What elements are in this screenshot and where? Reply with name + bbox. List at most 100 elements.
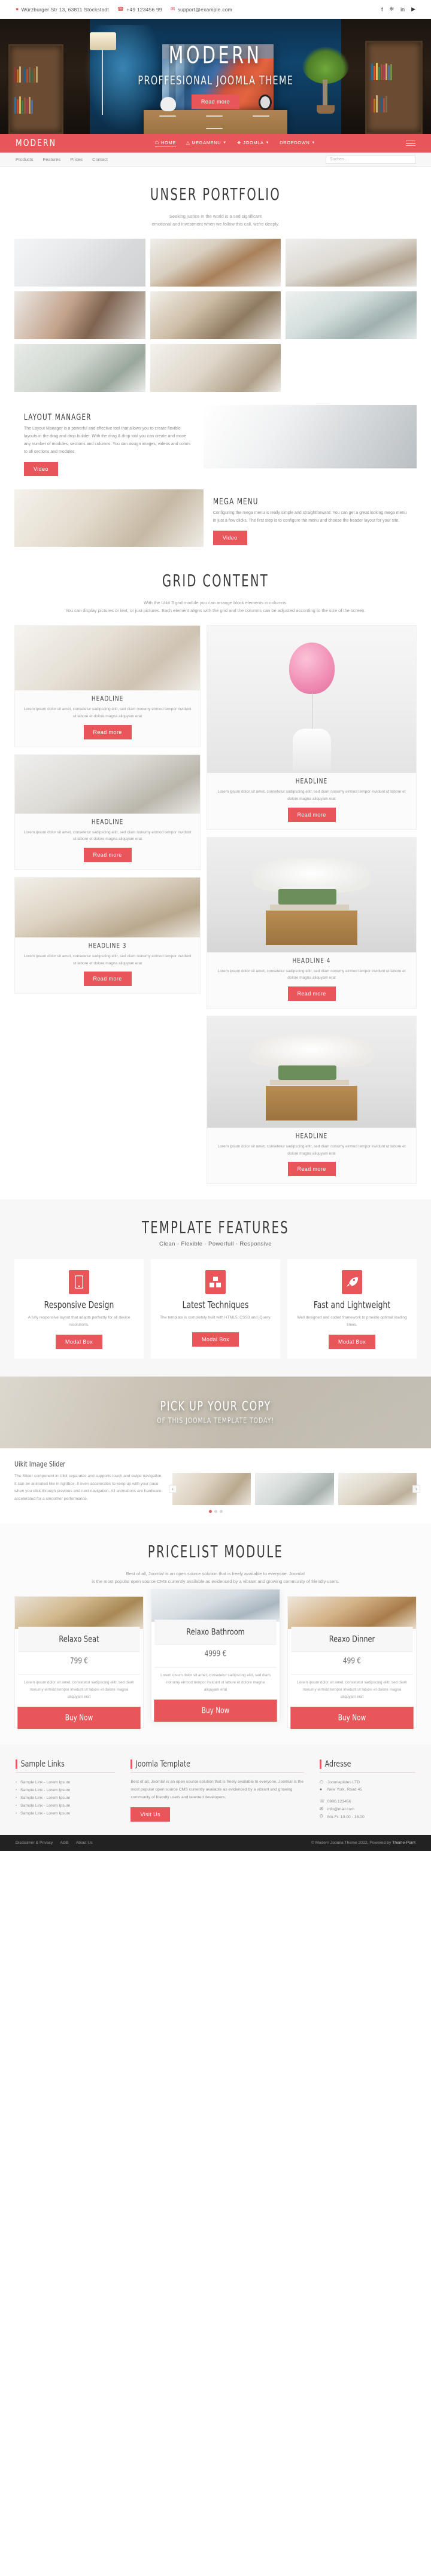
price-card-price: 499 € bbox=[291, 1648, 413, 1676]
home-icon: ☖ bbox=[154, 139, 160, 145]
slider-image[interactable] bbox=[255, 1472, 334, 1505]
slider-description: The Slider component in Uikit separates … bbox=[14, 1473, 163, 1501]
subnav-item-contact[interactable]: Contact bbox=[92, 157, 108, 162]
portfolio-subtitle: Seeking justice in the world is a sed si… bbox=[48, 212, 383, 228]
hamburger-menu-icon[interactable] bbox=[405, 140, 415, 147]
portfolio-item[interactable] bbox=[14, 239, 145, 287]
site-logo[interactable]: MODERN bbox=[16, 138, 56, 149]
footer-street: New York, Road 45 bbox=[327, 1788, 363, 1792]
portfolio-item[interactable] bbox=[286, 291, 417, 340]
phone-item[interactable]: ☎ +49 123456 99 bbox=[117, 7, 162, 13]
grid-card[interactable]: HEADLINE Lorem ipsum dolor sit amet, con… bbox=[207, 1015, 417, 1185]
portfolio-item[interactable] bbox=[286, 239, 417, 287]
footer-link-item[interactable]: Sample Link - Lorem Ipsum bbox=[16, 1794, 115, 1802]
grid-card[interactable]: HEADLINE Lorem ipsum dolor sit amet, con… bbox=[14, 625, 201, 747]
email-item[interactable]: ✉ support@example.com bbox=[171, 7, 232, 13]
grid-card-read-more-button[interactable]: Read more bbox=[287, 1162, 336, 1177]
grid-card[interactable]: HEADLINE Lorem ipsum dolor sit amet, con… bbox=[207, 625, 417, 830]
nav-item-megamenu[interactable]: △ MEGAMENU ▼ bbox=[186, 140, 227, 147]
feature-modal-box-button[interactable]: Modal Box bbox=[55, 1334, 103, 1349]
mega-menu-video-button[interactable]: Video bbox=[213, 530, 247, 545]
boxes-icon bbox=[205, 1270, 226, 1295]
copyright-links: Disclaimer & Privacy AGB About Us bbox=[16, 1841, 93, 1845]
price-card-reaxo-dinner: Reaxo Dinner 499 € Lorem ipsum dolor sit… bbox=[287, 1596, 417, 1729]
slider-prev-arrow-icon[interactable]: ‹ bbox=[169, 1485, 177, 1493]
layout-manager-row: LAYOUT MANAGER The Layout Manager is a p… bbox=[14, 405, 417, 485]
balloon-shape bbox=[289, 643, 335, 695]
grid-card[interactable]: HEADLINE 4 Lorem ipsum dolor sit amet, c… bbox=[207, 836, 417, 1009]
nav-item-joomla[interactable]: ❖ JOOMLA ▼ bbox=[237, 140, 269, 147]
feature-card-fast-lightweight: Fast and Lightweight Well designed and c… bbox=[287, 1259, 417, 1359]
nav-item-home[interactable]: ☖ HOME bbox=[154, 139, 176, 147]
map-pin-icon: ● bbox=[16, 6, 19, 12]
template-features-tagline: Clean - Flexible - Powerfull - Responsiv… bbox=[159, 1241, 272, 1248]
feature-modal-box-button[interactable]: Modal Box bbox=[328, 1334, 376, 1349]
copyright-label: © Modern Joomla Theme 2022, Powered by bbox=[311, 1841, 393, 1846]
footer-link-item[interactable]: Sample Link - Lorem Ipsum bbox=[16, 1786, 115, 1794]
youtube-icon[interactable]: ▶ bbox=[411, 6, 415, 13]
footer-visit-us-button[interactable]: Visit Us bbox=[130, 1807, 170, 1822]
hero-read-more-button[interactable]: Read more bbox=[191, 94, 240, 109]
price-card-buy-button[interactable]: Buy Now bbox=[17, 1706, 141, 1729]
footer-bottom-link-disclaimer[interactable]: Disclaimer & Privacy bbox=[16, 1841, 53, 1845]
subnav-item-features[interactable]: Features bbox=[43, 157, 61, 162]
grid-card-read-more-button[interactable]: Read more bbox=[83, 847, 132, 862]
portfolio-item[interactable] bbox=[150, 344, 281, 392]
portfolio-item[interactable] bbox=[150, 239, 281, 287]
template-features-title: TEMPLATE FEATURES bbox=[141, 1218, 290, 1237]
mountain-icon: △ bbox=[186, 140, 190, 145]
grid-right-column: HEADLINE Lorem ipsum dolor sit amet, con… bbox=[207, 625, 417, 1185]
footer-link-item[interactable]: Sample Link - Lorem Ipsum bbox=[16, 1810, 115, 1817]
template-features-section: TEMPLATE FEATURES Clean - Flexible - Pow… bbox=[0, 1199, 431, 1377]
slider-dot-2[interactable] bbox=[214, 1509, 217, 1513]
book-stack bbox=[269, 1079, 350, 1085]
portfolio-item[interactable] bbox=[14, 344, 145, 392]
grid-card-read-more-button[interactable]: Read more bbox=[83, 972, 132, 986]
grid-card-read-more-button[interactable]: Read more bbox=[287, 986, 336, 1001]
nav-item-dropdown[interactable]: DROPDOWN ▼ bbox=[280, 140, 315, 147]
footer-link-item[interactable]: Sample Link - Lorem Ipsum bbox=[16, 1779, 115, 1786]
grid-card[interactable]: HEADLINE Lorem ipsum dolor sit amet, con… bbox=[14, 754, 201, 870]
layout-manager-video-button[interactable]: Video bbox=[24, 462, 58, 476]
slider-dot-3[interactable] bbox=[219, 1509, 223, 1513]
layout-manager-image bbox=[203, 405, 417, 469]
email-text: support@example.com bbox=[177, 6, 232, 13]
footer-bottom-link-about-us[interactable]: About Us bbox=[76, 1841, 93, 1845]
twitter-icon[interactable]: ❈ bbox=[390, 6, 394, 13]
secondary-navbar: Products Features Prices Contact Suchen … bbox=[0, 153, 431, 167]
feature-modal-box-button[interactable]: Modal Box bbox=[192, 1332, 239, 1347]
price-card-buy-button[interactable]: Buy Now bbox=[290, 1706, 414, 1729]
grid-card-read-more-button[interactable]: Read more bbox=[83, 724, 132, 739]
footer-link-item[interactable]: Sample Link - Lorem Ipsum bbox=[16, 1802, 115, 1810]
portfolio-item[interactable] bbox=[14, 291, 145, 340]
grid-card-headline: HEADLINE bbox=[91, 818, 124, 826]
footer-phone: 0900.123456 bbox=[327, 1799, 351, 1804]
slider-image[interactable] bbox=[172, 1472, 251, 1505]
mobile-phone-glyph bbox=[75, 1275, 83, 1289]
portfolio-item-empty bbox=[286, 344, 417, 392]
grid-content-subtitle: With the Uikit 3 grid module you can arr… bbox=[30, 599, 401, 614]
copyright-brand[interactable]: Theme-Point bbox=[392, 1841, 415, 1845]
footer-about-text: Best of all, Joomla! is an open source s… bbox=[130, 1779, 303, 1799]
grid-card-read-more-button[interactable]: Read more bbox=[287, 807, 336, 822]
cta-banner: PICK UP YOUR COPY OF THIS JOOMLA TEMPLAT… bbox=[0, 1376, 431, 1448]
grid-card[interactable]: HEADLINE 3 Lorem ipsum dolor sit amet, c… bbox=[14, 876, 201, 994]
subnav-item-products[interactable]: Products bbox=[16, 157, 34, 162]
portfolio-item[interactable] bbox=[150, 291, 281, 340]
price-card-buy-button[interactable]: Buy Now bbox=[154, 1699, 277, 1722]
linkedin-icon[interactable]: in bbox=[400, 7, 405, 13]
search-input[interactable]: Suchen ... bbox=[326, 155, 415, 164]
slider-dots bbox=[14, 1509, 417, 1513]
subnav-item-prices[interactable]: Prices bbox=[70, 157, 83, 162]
grid-card-text: Lorem ipsum dolor sit amet, consetetur s… bbox=[217, 1144, 406, 1156]
facebook-icon[interactable]: f bbox=[381, 7, 383, 13]
slider-image[interactable] bbox=[338, 1472, 417, 1505]
footer-email-line[interactable]: ✉ info@mail.com bbox=[320, 1805, 415, 1813]
green-cushion bbox=[278, 888, 337, 905]
footer-phone-line[interactable]: ☏ 0900.123456 bbox=[320, 1798, 415, 1805]
feature-card-latest-techniques: Latest Techniques The template is comple… bbox=[151, 1259, 280, 1359]
footer-bottom-link-agb[interactable]: AGB bbox=[60, 1841, 68, 1845]
slider-dot-1[interactable] bbox=[208, 1509, 212, 1513]
feature-card-title: Fast and Lightweight bbox=[313, 1300, 391, 1311]
slider-next-arrow-icon[interactable]: › bbox=[412, 1485, 420, 1493]
